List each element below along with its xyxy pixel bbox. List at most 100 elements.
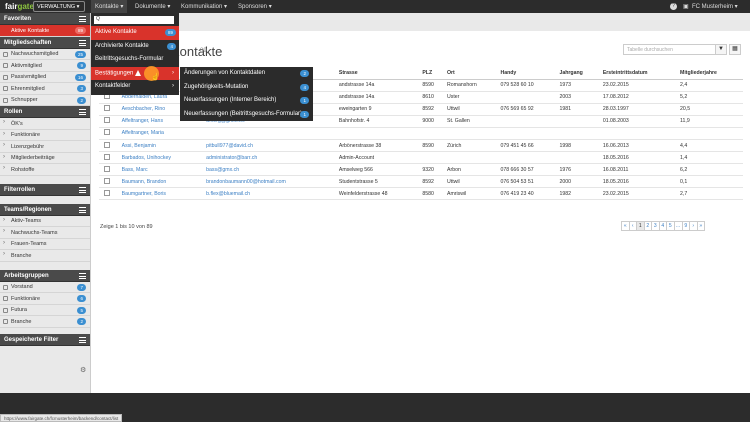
sidebar-item-aktive-kontakte[interactable]: Aktive Kontakte 89 <box>0 25 90 37</box>
sidebar-item-funktionaere[interactable]: › Funktionäre <box>0 130 90 141</box>
row-checkbox[interactable] <box>99 103 120 116</box>
checkbox-icon[interactable] <box>104 141 110 148</box>
sidebar-item-lizenzgebuehr[interactable]: › Lizenzgebühr <box>0 141 90 153</box>
submenu-item-zugehoerigkeits-mutation[interactable]: Zugehörigkeits-Mutation 4 <box>180 81 313 95</box>
column-header[interactable]: PLZ <box>420 67 445 80</box>
hamburger-icon[interactable] <box>79 39 86 46</box>
table-cell[interactable]: Bass, Marc <box>119 163 205 177</box>
sidebar-item-frauen-teams[interactable]: › Frauen-Teams <box>0 239 90 250</box>
nav-kontakte[interactable]: Kontakte ▾ <box>91 0 128 13</box>
section-rollen[interactable]: Rollen <box>0 106 90 118</box>
sidebar-item-schnupper[interactable]: Schnupper 2 <box>0 95 90 106</box>
table-cell[interactable]: bass@gmx.ch <box>204 163 337 177</box>
table-cell[interactable]: pitbull977@david.ch <box>204 139 337 153</box>
column-header[interactable]: Ersteintrittsdatum <box>600 67 679 80</box>
table-row[interactable]: Bass, Marc bass@gmx.ch Amselweg 566 9320 Arb… <box>99 163 743 177</box>
sidebar-item-aktivmitglied[interactable]: Aktivmitglied 9 <box>0 60 90 72</box>
gear-icon[interactable]: ⚙ <box>80 366 86 374</box>
row-checkbox[interactable] <box>99 127 120 140</box>
checkbox-icon[interactable] <box>104 177 110 184</box>
hamburger-icon[interactable] <box>79 272 86 279</box>
section-mitgliedschaften[interactable]: Mitgliedschaften <box>0 36 90 49</box>
checkbox-icon[interactable] <box>104 129 110 136</box>
sidebar-item-futura[interactable]: Futura 5 <box>0 305 90 316</box>
table-cell[interactable]: Baumgartner, Boris <box>119 187 205 201</box>
sidebar-item-vorstand[interactable]: Vorstand 7 <box>0 282 90 293</box>
table-row[interactable]: Barbados, Unihockey administrator@barr.ch… <box>99 151 743 165</box>
submenu-item-aenderungen[interactable]: Änderungen von Kontaktdaten 2 <box>180 67 313 81</box>
menu-item-bestaetigungen[interactable]: Bestätigungen › <box>91 66 179 80</box>
org-switch-dropdown[interactable]: VERWALTUNG ▾ <box>33 1 85 12</box>
nav-sponsoren[interactable]: Sponsoren ▾ <box>238 3 272 10</box>
hamburger-icon[interactable] <box>79 206 86 213</box>
table-search-input[interactable]: Tabelle durchsuchen <box>623 44 719 55</box>
section-filterrollen[interactable]: Filterrollen <box>0 183 90 196</box>
sidebar-item-ehrenmitglied[interactable]: Ehrenmitglied 3 <box>0 83 90 95</box>
sidebar-item-aktiv-teams[interactable]: › Aktiv-Teams <box>0 216 90 227</box>
table-cell[interactable]: Barbados, Unihockey <box>119 151 205 165</box>
table-row[interactable]: Baumann, Brandon brandonbaumann00@hotmail… <box>99 175 743 189</box>
table-cell: 078 666 30 57 <box>498 163 558 177</box>
sidebar-item-rohstoffe[interactable]: › Rohstoffe <box>0 164 90 176</box>
column-header[interactable]: Ort <box>445 67 499 80</box>
row-checkbox[interactable] <box>99 163 120 177</box>
menu-item-beitrittsgesuchs-formular[interactable]: Beitrittsgesuchs-Formular <box>91 53 179 67</box>
section-arbeitsgruppen[interactable]: Arbeitsgruppen <box>0 269 90 282</box>
checkbox-icon[interactable] <box>104 153 110 160</box>
column-header[interactable]: Mitgliederjahre <box>678 67 743 80</box>
row-checkbox[interactable] <box>99 187 120 201</box>
section-favoriten[interactable]: Favoriten <box>0 13 90 25</box>
columns-grid-icon[interactable]: ▦ <box>729 44 741 55</box>
sidebar-item-nachwuchs-teams[interactable]: › Nachwuchs-Teams <box>0 227 90 239</box>
sidebar-item-passivmitglied[interactable]: Passivmitglied 16 <box>0 72 90 83</box>
hamburger-icon[interactable] <box>79 186 86 193</box>
sidebar-item-branche[interactable]: › Branche <box>0 250 90 262</box>
table-row[interactable]: Baumgartner, Boris b.flex@bluemail.ch Wein… <box>99 187 743 201</box>
row-checkbox[interactable] <box>99 151 120 165</box>
sidebar-item-nachwuchsmitglied[interactable]: Nachwuchsmitglied 25 <box>0 49 90 60</box>
help-icon[interactable]: ? <box>670 3 677 10</box>
user-avatar-icon[interactable]: ▣ <box>683 3 689 10</box>
section-gespeicherte-filter[interactable]: Gespeicherte Filter <box>0 333 90 346</box>
table-cell: 28.03.1997 <box>600 103 679 116</box>
checkbox-icon[interactable] <box>104 117 110 124</box>
row-checkbox[interactable] <box>99 139 120 153</box>
table-cell[interactable]: Baumann, Brandon <box>119 175 205 189</box>
column-header[interactable]: Jahrgang <box>557 67 601 80</box>
table-cell[interactable]: Affeltranger, Maria <box>119 127 205 140</box>
table-cell[interactable]: b.flex@bluemail.ch <box>204 187 337 201</box>
row-checkbox[interactable] <box>99 115 120 128</box>
checkbox-icon[interactable] <box>104 189 110 196</box>
section-teams[interactable]: Teams/Regionen <box>0 203 90 216</box>
submenu-item-neuerfassungen-intern[interactable]: Neuerfassungen (Interner Bereich) 1 <box>180 94 313 108</box>
sidebar-item-mitgliederbeitraege[interactable]: › Mitgliederbeiträge <box>0 153 90 164</box>
submenu-item-neuerfassungen-formular[interactable]: Neuerfassungen (Beitrittsgesuchs-Formula… <box>180 108 313 122</box>
checkbox-icon[interactable] <box>104 105 110 112</box>
table-cell[interactable]: administrator@barr.ch <box>204 151 337 165</box>
menu-item-kontaktfelder[interactable]: Kontaktfelder › <box>91 80 179 94</box>
column-header[interactable]: Strasse <box>336 67 421 80</box>
sidebar-item-branche-ag[interactable]: Branche 2 <box>0 316 90 328</box>
fairgate-logo[interactable]: fairgate <box>5 2 34 11</box>
filter-icon[interactable]: ▼ <box>715 44 727 55</box>
nav-dokumente[interactable]: Dokumente ▾ <box>135 3 170 10</box>
table-cell[interactable]: brandonbaumann00@hotmail.com <box>204 175 337 189</box>
menu-item-archivierte-kontakte[interactable]: Archivierte Kontakte 4 <box>91 40 179 54</box>
column-header[interactable]: Handy <box>498 67 558 80</box>
table-row[interactable]: Assi, Benjamin pitbull977@david.ch Arböner… <box>99 139 743 153</box>
nav-kommunikation[interactable]: Kommunikation ▾ <box>181 3 227 10</box>
table-cell[interactable] <box>204 127 337 140</box>
page-button[interactable]: » <box>696 221 705 231</box>
table-row[interactable]: Affeltranger, Maria <box>99 127 743 140</box>
hamburger-icon[interactable] <box>79 336 86 343</box>
table-cell[interactable]: Assi, Benjamin <box>119 139 205 153</box>
sidebar-item-funktionaere-ag[interactable]: Funktionäre 6 <box>0 293 90 305</box>
checkbox-icon[interactable] <box>104 165 110 172</box>
row-checkbox[interactable] <box>99 175 120 189</box>
menu-search-input[interactable]: Q <box>94 16 174 24</box>
hamburger-icon[interactable] <box>79 16 86 22</box>
sidebar-item-oeks[interactable]: › ÖK's <box>0 118 90 130</box>
user-menu[interactable]: FC Musterheim ▾ <box>692 3 738 10</box>
menu-item-aktive-kontakte[interactable]: Aktive Kontakte 89 <box>91 26 179 40</box>
hamburger-icon[interactable] <box>79 109 86 115</box>
